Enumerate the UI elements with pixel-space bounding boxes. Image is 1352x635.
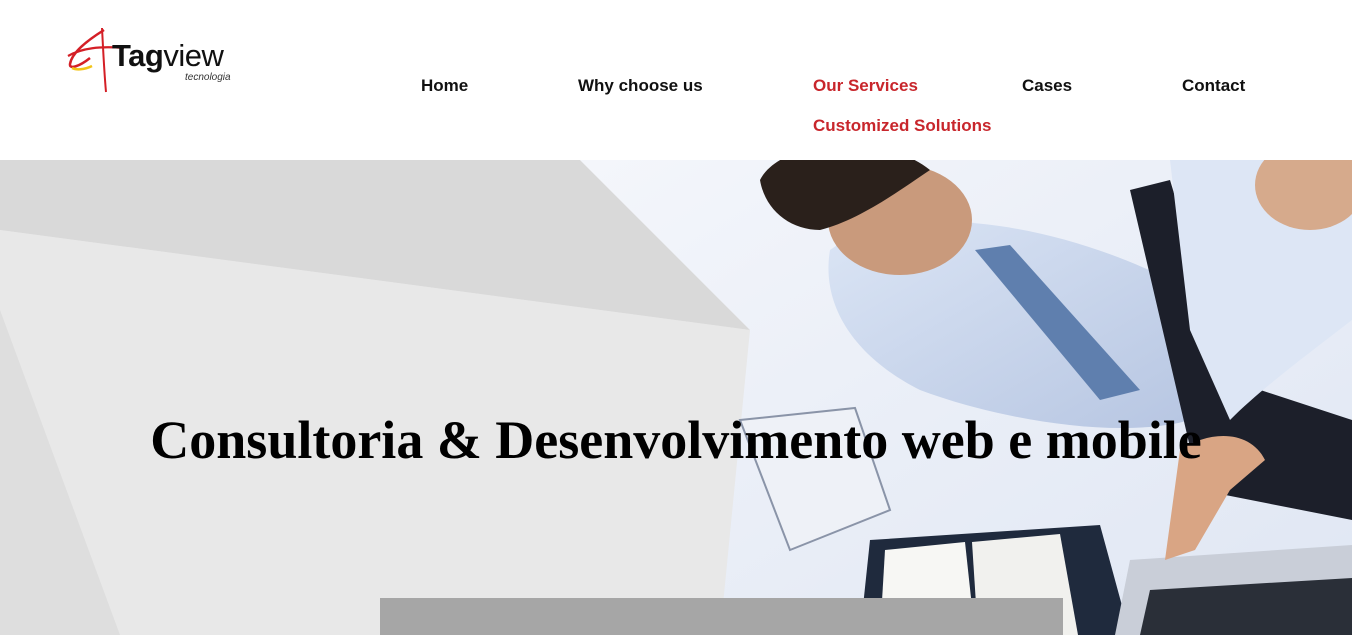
hero-background-image <box>0 160 1352 635</box>
logo-tagline: tecnologia <box>185 72 231 83</box>
hero-content-panel <box>380 598 1063 635</box>
hero-banner: Consultoria & Desenvolvimento web e mobi… <box>0 160 1352 635</box>
site-header: Tagview tecnologia Home Why choose us Ou… <box>0 0 1352 160</box>
nav-cases[interactable]: Cases <box>1022 76 1072 96</box>
nav-home[interactable]: Home <box>421 76 468 96</box>
tagview-logo[interactable]: Tagview tecnologia <box>66 26 256 96</box>
nav-why-choose-us[interactable]: Why choose us <box>578 76 703 96</box>
nav-contact[interactable]: Contact <box>1182 76 1245 96</box>
nav-our-services[interactable]: Our Services <box>813 76 918 96</box>
hero-title: Consultoria & Desenvolvimento web e mobi… <box>150 410 1202 470</box>
submenu-customized-solutions[interactable]: Customized Solutions <box>813 116 992 136</box>
logo-wordmark: Tagview <box>112 38 224 73</box>
